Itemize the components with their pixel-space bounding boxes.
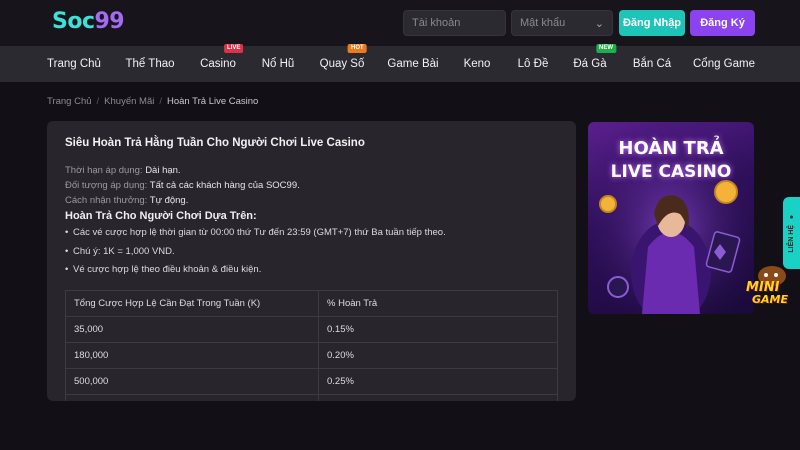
column-header: % Hoàn Trả [318,290,558,317]
nav-label: Quay Số [319,58,365,70]
breadcrumb-separator: / [159,96,162,107]
breadcrumb-promotions[interactable]: Khuyến Mãi [104,96,154,107]
table-row: 180,000 0.20% [65,342,558,369]
info-duration: Thời hạn áp dụng: Dài hạn. [65,165,181,176]
column-header: Tổng Cược Hợp Lệ Cần Đạt Trong Tuần (K) [65,290,319,317]
table-cell [65,394,319,401]
info-label: Thời hạn áp dụng: [65,165,146,176]
live-casino-banner[interactable]: HOÀN TRẢ LIVE CASINO [588,122,754,314]
nav-label: Casino [200,58,236,70]
nav-label: Trang Chủ [47,58,101,70]
mini-game-label-2: GAME [752,293,789,306]
chevron-down-icon[interactable]: ⌄ [595,17,604,30]
info-method: Cách nhận thưởng: Tự động. [65,195,188,206]
nav-item-da-ga[interactable]: Đá Gà NEW [573,44,616,82]
nav-label: Bắn Cá [632,58,672,70]
promo-title: Siêu Hoàn Trả Hằng Tuần Cho Người Chơi L… [65,137,365,149]
table-row [65,394,558,401]
info-value: Tất cả các khách hàng của SOC99. [149,180,300,191]
banner-title-line1: HOÀN TRẢ [618,138,724,159]
main-nav: Trang Chủ Thể Thao Casino LIVE Nổ Hũ Quay… [0,44,800,82]
nav-label: Lô Đề [517,58,549,70]
site-logo[interactable]: Soc99 [52,9,125,34]
password-placeholder: Mật khẩu [520,17,566,29]
top-header: Soc99 Tài khoản Mật khẩu ⌄ Đăng Nhập Đăn… [0,0,800,46]
breadcrumb-current: Hoàn Trả Live Casino [166,96,259,107]
password-input[interactable]: Mật khẩu ⌄ [511,10,613,36]
mini-game-button[interactable]: MINI GAME [742,262,798,310]
nav-label: Thể Thao [125,58,175,70]
logo-text: Soc [52,9,95,34]
nav-item-the-thao[interactable]: Thể Thao [125,46,174,82]
nav-item-lo-de[interactable]: Lô Đề [518,46,549,82]
contact-side-tab[interactable]: ● LIÊN HỆ [783,197,800,269]
table-cell [318,394,558,401]
nav-label: Keno [463,58,491,70]
table-row: 35,000 0.15% [65,316,558,343]
cashback-table: Tổng Cược Hợp Lệ Cần Đạt Trong Tuần (K) … [65,290,558,401]
info-audience: Đối tượng áp dụng: Tất cả các khách hàng… [65,180,300,191]
breadcrumb-separator: / [96,96,100,107]
table-header-row: Tổng Cược Hợp Lệ Cần Đạt Trong Tuần (K) … [65,290,558,317]
new-badge: NEW [596,44,616,53]
nav-item-no-hu[interactable]: Nổ Hũ [262,46,295,82]
login-button[interactable]: Đăng Nhập [619,10,685,36]
chat-icon: ● [789,213,794,221]
nav-label: Nổ Hũ [261,58,295,70]
nav-item-game-bai[interactable]: Game Bài [387,46,438,82]
promo-card: Siêu Hoàn Trả Hằng Tuần Cho Người Chơi L… [47,121,576,401]
username-placeholder: Tài khoản [412,17,461,29]
nav-label: Game Bài [387,58,439,70]
nav-item-ban-ca[interactable]: Bắn Cá [633,46,671,82]
breadcrumb: Trang Chủ / Khuyến Mãi / Hoàn Trả Live C… [47,96,258,107]
breadcrumb-home[interactable]: Trang Chủ [47,96,92,107]
info-value: Dài hạn. [145,165,181,176]
logo-number: 99 [94,9,125,34]
info-label: Đối tượng áp dụng: [65,180,150,191]
nav-label: Cổng Game [692,58,756,70]
bullet-item: Các vé cược hợp lệ thời gian từ 00:00 th… [65,227,446,238]
nav-item-trang-chu[interactable]: Trang Chủ [47,46,101,82]
hot-badge: HOT [348,44,367,53]
table-cell: 0.20% [318,342,558,369]
nav-item-casino[interactable]: Casino LIVE [200,44,244,82]
table-cell: 500,000 [65,368,319,395]
info-label: Cách nhận thưởng: [65,195,150,206]
nav-item-keno[interactable]: Keno [464,46,491,82]
table-cell: 0.15% [318,316,558,343]
live-badge: LIVE [224,44,244,53]
table-row: 500,000 0.25% [65,368,558,395]
bullet-item: Vé cược hợp lệ theo điều khoản & điều ki… [65,264,261,275]
banner-title-line2: LIVE CASINO [610,162,732,182]
table-cell: 0.25% [318,368,558,395]
nav-item-cong-game[interactable]: Cổng Game [693,46,755,82]
info-value: Tự động. [149,195,189,206]
section-heading: Hoàn Trả Cho Người Chơi Dựa Trên: [65,210,257,222]
contact-label: LIÊN HỆ [788,224,795,253]
register-button[interactable]: Đăng Ký [690,10,755,36]
username-input[interactable]: Tài khoản [403,10,506,36]
table-cell: 180,000 [65,342,319,369]
nav-item-quay-so[interactable]: Quay Số HOT [319,44,367,82]
table-cell: 35,000 [65,316,319,343]
nav-label: Đá Gà [573,58,607,70]
bullet-item: Chú ý: 1K = 1,000 VND. [65,246,175,257]
